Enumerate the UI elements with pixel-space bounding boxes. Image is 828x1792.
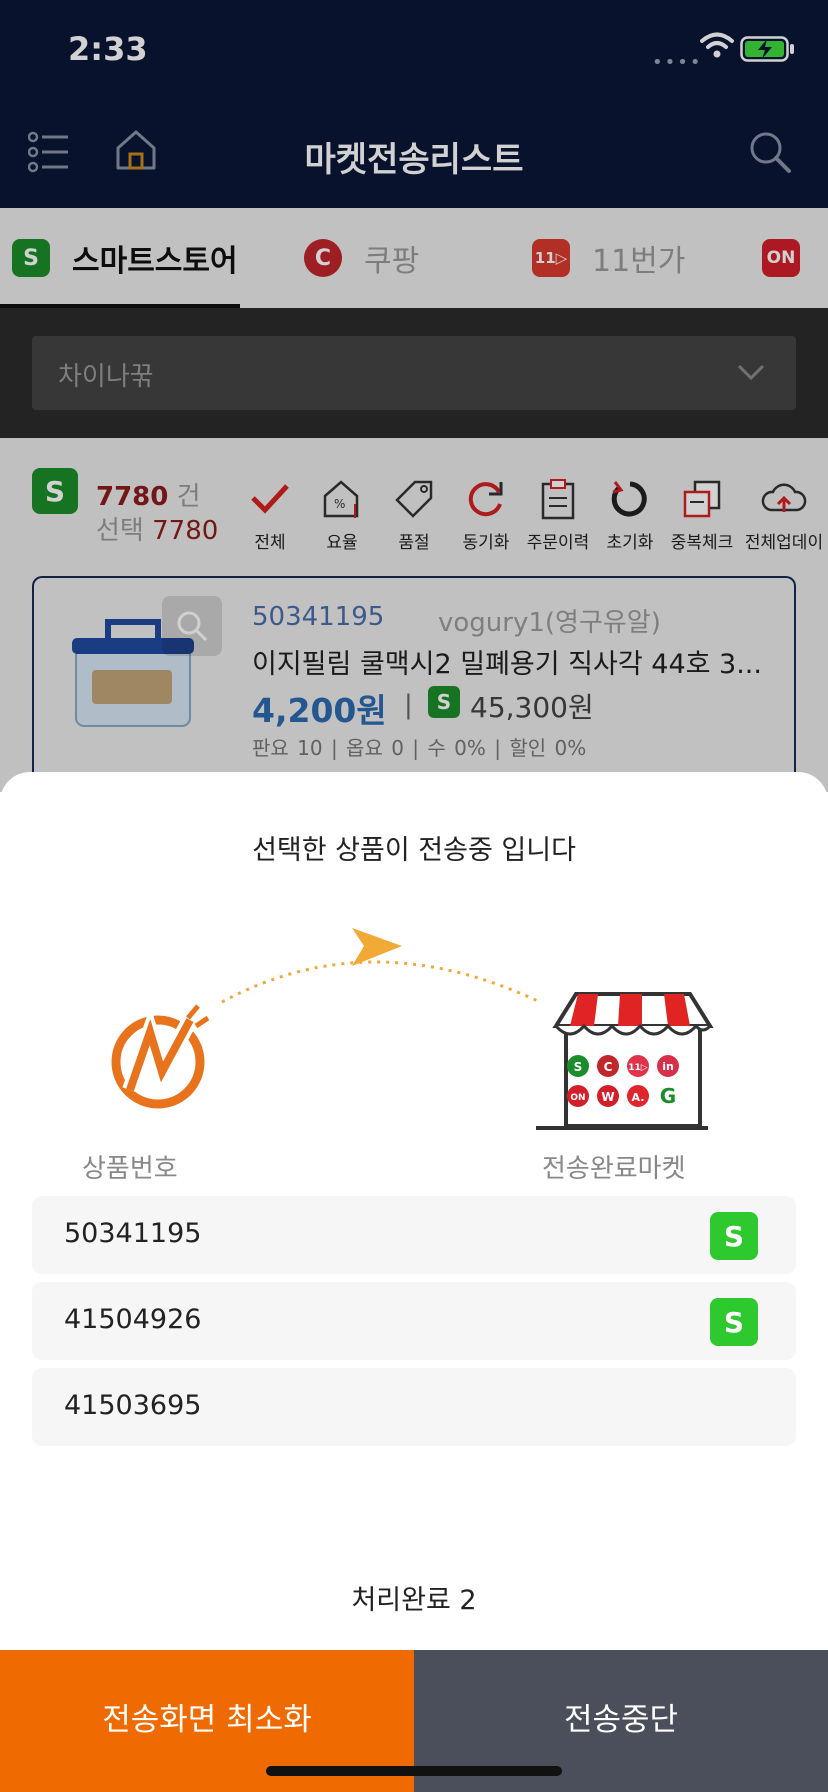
modal-backdrop[interactable] <box>0 0 828 792</box>
market-11-mark: 11▷ <box>628 1063 648 1073</box>
market-g-mark: G <box>660 1084 676 1108</box>
market-a-mark: A. <box>632 1091 645 1104</box>
column-header-product-id: 상품번호 <box>82 1154 178 1184</box>
transfer-row: 41503695 <box>32 1368 796 1446</box>
smartstore-icon: S <box>710 1212 758 1260</box>
row-product-id: 41504926 <box>64 1304 202 1335</box>
market-store-icon: S C 11▷ in ON W A. G <box>536 992 714 1130</box>
progress-status: 처리완료 2 <box>351 1585 477 1616</box>
market-c-mark: C <box>604 1060 613 1074</box>
transfer-row: 41504926 S <box>32 1282 796 1360</box>
row-product-id: 41503695 <box>64 1390 202 1421</box>
market-on-mark: ON <box>570 1093 585 1103</box>
transfer-illustration: S C 11▷ in ON W A. G <box>111 928 714 1130</box>
sheet-title: 선택한 상품이 전송중 입니다 <box>252 835 576 866</box>
market-s-mark: S <box>574 1060 583 1074</box>
transfer-sheet: 선택한 상품이 전송중 입니다 S C 11▷ in ON W A. G 상품번… <box>0 772 828 1792</box>
column-header-completed-markets: 전송완료마켓 <box>542 1154 686 1184</box>
smartstore-icon: S <box>710 1298 758 1346</box>
row-product-id: 50341195 <box>64 1218 202 1249</box>
paper-plane-icon <box>352 928 402 966</box>
market-w-mark: W <box>601 1090 614 1104</box>
transfer-path-line <box>221 960 541 1004</box>
brand-logo-icon <box>111 1004 210 1109</box>
market-in-mark: in <box>662 1060 674 1073</box>
home-indicator <box>266 1766 562 1776</box>
transfer-row: 50341195 S <box>32 1196 796 1274</box>
